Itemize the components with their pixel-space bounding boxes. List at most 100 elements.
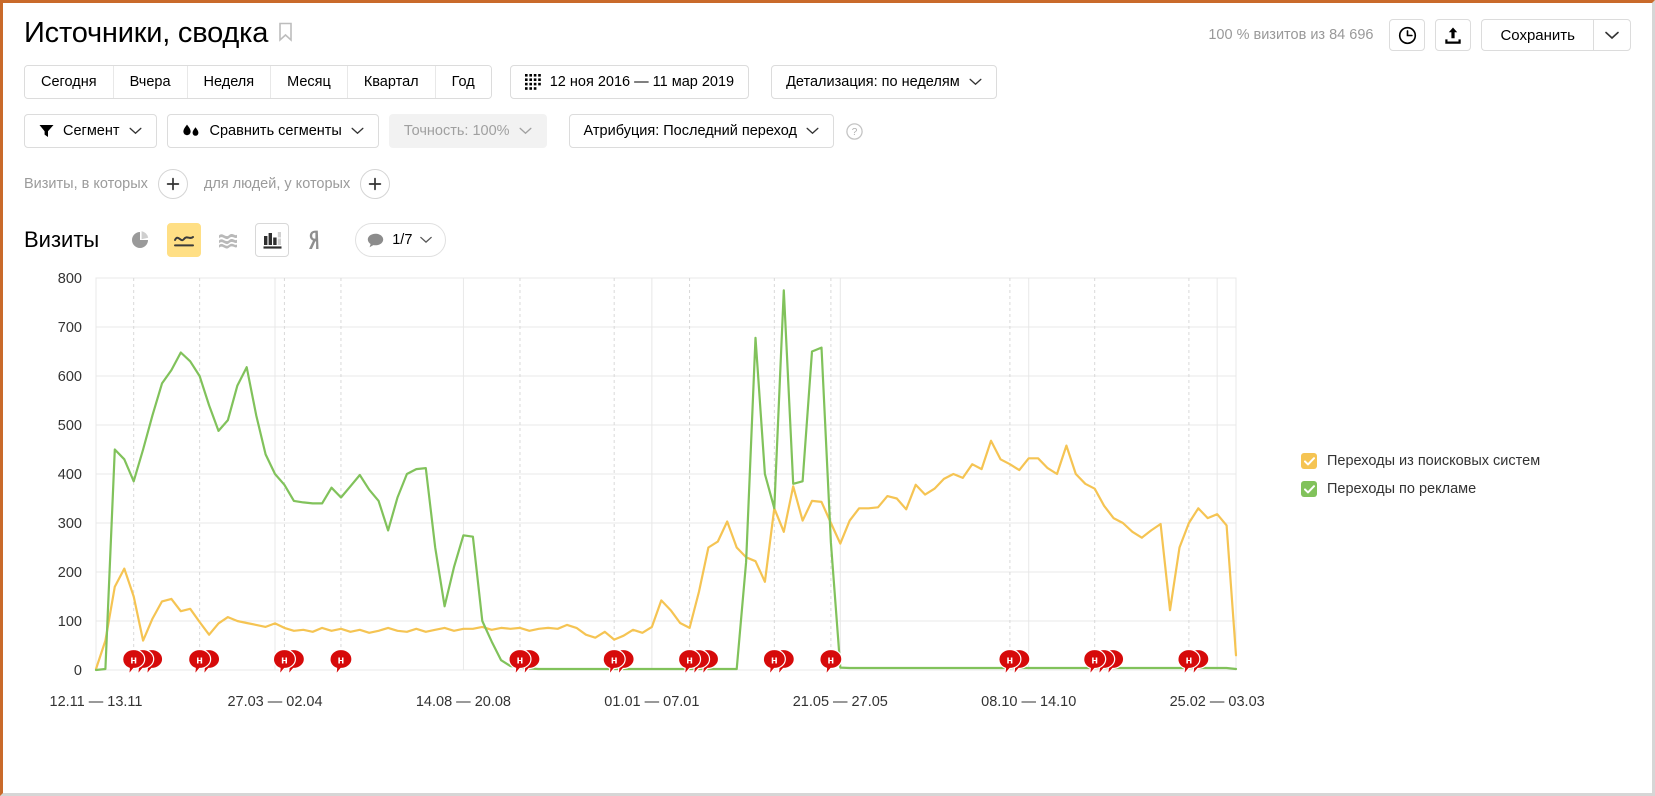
view-button-area[interactable] xyxy=(211,223,245,257)
chart-legend: Переходы из поисковых систем Переходы по… xyxy=(1301,453,1540,497)
period-button-today[interactable]: Сегодня xyxy=(25,66,114,98)
annotation-pin-label: н xyxy=(1007,655,1014,667)
date-range-picker[interactable]: 12 ноя 2016 — 11 мар 2019 xyxy=(509,65,750,99)
view-button-bar[interactable] xyxy=(255,223,290,257)
visits-summary: 100 % визитов из 84 696 xyxy=(1208,27,1374,43)
annotation-marker[interactable]: н xyxy=(272,648,306,677)
annotation-pin-label: н xyxy=(686,655,693,667)
x-axis-tick-label: 01.01 — 07.01 xyxy=(604,694,699,710)
annotation-pin-label: н xyxy=(611,655,618,667)
chevron-down-icon xyxy=(420,236,433,244)
y-axis-tick-label: 700 xyxy=(58,320,82,336)
x-axis-tick-label: 08.10 — 14.10 xyxy=(981,694,1076,710)
attribution-dropdown[interactable]: Атрибуция: Последний переход xyxy=(568,114,834,148)
annotation-pin-label: н xyxy=(828,655,835,667)
compare-segments-dropdown[interactable]: Сравнить сегменты xyxy=(166,114,379,148)
export-icon xyxy=(1444,26,1462,45)
accuracy-dropdown[interactable]: Точность: 100% xyxy=(388,114,547,148)
period-button-month[interactable]: Месяц xyxy=(271,66,348,98)
comments-count: 1/7 xyxy=(392,232,413,248)
legend-label-search: Переходы из поисковых систем xyxy=(1327,453,1541,469)
detail-level-label: Детализация: по неделям xyxy=(786,74,960,90)
page-header: Источники, сводка 100 % визитов из 84 69… xyxy=(6,6,1649,58)
line-chart-icon xyxy=(173,230,195,250)
annotation-pin-label: н xyxy=(771,655,778,667)
metric-title: Визиты xyxy=(24,227,100,252)
chevron-down-icon xyxy=(1605,31,1619,40)
drops-icon xyxy=(182,124,201,139)
view-button-map[interactable] xyxy=(299,223,333,257)
legend-item-search[interactable]: Переходы из поисковых систем xyxy=(1301,453,1540,469)
accuracy-label: Точность: 100% xyxy=(403,123,510,139)
chevron-down-icon xyxy=(129,127,142,135)
annotation-pin-label: н xyxy=(338,655,345,667)
bookmark-icon[interactable] xyxy=(278,22,293,42)
attribution-label: Атрибуция: Последний переход xyxy=(583,123,797,139)
detail-level-dropdown[interactable]: Детализация: по неделям xyxy=(771,65,997,99)
annotation-pin-label: н xyxy=(281,655,288,667)
annotation-marker[interactable]: н xyxy=(508,648,541,677)
x-axis-tick-label: 12.11 — 13.11 xyxy=(50,694,143,710)
annotation-marker[interactable]: н xyxy=(602,648,635,677)
visits-filter-label: Визиты, в которых xyxy=(24,176,148,192)
annotation-marker[interactable]: н xyxy=(998,648,1031,677)
view-button-pie[interactable] xyxy=(123,223,157,257)
question-icon[interactable]: ? xyxy=(846,122,863,140)
comment-icon xyxy=(367,233,384,248)
annotation-marker[interactable]: н xyxy=(188,648,221,677)
window-frame: Источники, сводка 100 % визитов из 84 69… xyxy=(0,0,1655,796)
legend-checkbox-ads[interactable] xyxy=(1301,481,1317,497)
clock-icon xyxy=(1398,26,1417,45)
period-button-week[interactable]: Неделя xyxy=(187,66,272,98)
chevron-down-icon xyxy=(806,127,819,135)
save-button[interactable]: Сохранить xyxy=(1481,19,1593,51)
metric-toolbar: Визиты 1/7 xyxy=(24,220,1631,260)
x-axis-tick-label: 14.08 — 20.08 xyxy=(416,694,511,710)
bar-chart-icon xyxy=(262,230,283,250)
chevron-down-icon xyxy=(351,127,364,135)
chart-container: 0 100 200 300 400 500 600 700 800 12.11 — 13.11 27… xyxy=(6,270,1649,750)
period-button-year[interactable]: Год xyxy=(435,66,491,98)
comments-button[interactable]: 1/7 xyxy=(355,223,447,257)
annotation-marker[interactable]: н xyxy=(122,648,164,677)
chevron-down-icon xyxy=(969,78,982,86)
annotation-marker[interactable]: н xyxy=(1177,648,1210,677)
plus-icon xyxy=(368,177,382,191)
annotation-marker[interactable]: н xyxy=(1083,648,1125,677)
annotation-pin-label: н xyxy=(517,655,524,667)
visits-line-chart[interactable]: 0 100 200 300 400 500 600 700 800 12.11 — 13.11 27… xyxy=(6,270,1646,750)
history-button[interactable] xyxy=(1389,19,1426,51)
annotation-pin-label: н xyxy=(130,655,137,667)
people-filter-label: для людей, у которых xyxy=(203,176,351,192)
annotation-marker[interactable]: н xyxy=(819,648,843,677)
period-button-yesterday[interactable]: Вчера xyxy=(113,66,188,98)
y-axis-tick-label: 200 xyxy=(58,565,82,581)
page-title: Источники, сводка xyxy=(24,17,269,49)
y-axis-tick-label: 400 xyxy=(58,467,82,483)
annotation-pin-label: н xyxy=(1186,655,1193,667)
save-button-group: Сохранить xyxy=(1481,19,1631,51)
annotation-marker[interactable]: н xyxy=(329,648,353,677)
annotation-pin-label: н xyxy=(1091,655,1098,667)
legend-checkbox-search[interactable] xyxy=(1301,453,1317,469)
annotation-marker[interactable]: н xyxy=(677,648,720,677)
save-dropdown-button[interactable] xyxy=(1593,19,1631,51)
export-button[interactable] xyxy=(1435,19,1472,51)
segment-dropdown[interactable]: Сегмент xyxy=(24,114,157,148)
view-button-line[interactable] xyxy=(167,223,202,257)
add-visit-filter-button[interactable] xyxy=(157,169,188,199)
segment-label: Сегмент xyxy=(63,123,120,139)
calendar-icon xyxy=(524,74,541,90)
period-button-group: Сегодня Вчера Неделя Месяц Квартал Год xyxy=(24,65,492,99)
date-range-label: 12 ноя 2016 — 11 мар 2019 xyxy=(549,74,735,90)
x-axis-tick-label: 27.03 — 02.04 xyxy=(227,694,322,710)
annotation-marker[interactable]: н xyxy=(762,648,795,677)
period-toolbar: Сегодня Вчера Неделя Месяц Квартал Год 1… xyxy=(24,64,1631,100)
add-people-filter-button[interactable] xyxy=(360,169,391,199)
chevron-down-icon xyxy=(519,127,532,135)
funnel-icon xyxy=(39,124,54,138)
legend-item-ads[interactable]: Переходы по рекламе xyxy=(1301,481,1540,497)
svg-text:?: ? xyxy=(852,127,858,138)
segment-toolbar: Сегмент Сравнить сегменты Точность: 100% xyxy=(24,114,1631,148)
period-button-quarter[interactable]: Квартал xyxy=(347,66,436,98)
